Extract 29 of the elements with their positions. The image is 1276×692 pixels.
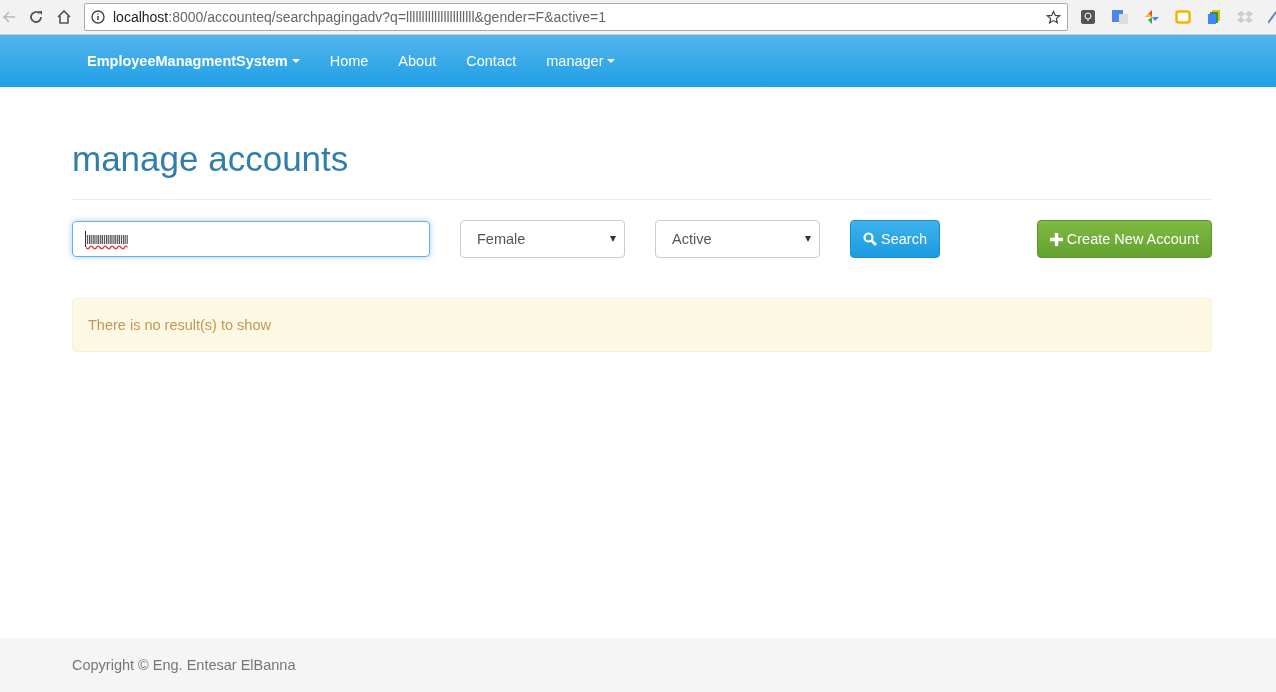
caret-icon [607,59,616,63]
url-text: localhost:8000/accounteq/searchpagingadv?q=llllllllllllllllllllll&gender=F&active=1 [113,9,608,25]
search-field[interactable]: llllllllllllllllllllll [72,221,430,257]
brand-link[interactable]: EmployeeManagmentSystem [72,53,315,69]
nav-link[interactable]: Home [314,53,384,69]
search-icon [863,232,877,246]
create-account-button[interactable]: Create New Account [1036,220,1212,258]
address-bar[interactable]: localhost:8000/accounteq/searchpagingadv?q=llllllllllllllllllllll&gender=F&active=1 [84,3,1068,31]
dropdown-arrow-icon [610,236,616,242]
plus-icon [1049,232,1063,246]
gender-dropdown[interactable]: Female [460,220,625,258]
caret-icon [291,59,300,63]
status-dropdown[interactable]: Active [655,220,820,258]
nav-link[interactable]: About [383,53,452,69]
info-icon[interactable] [91,10,105,24]
page-title: manage accounts [72,139,350,179]
reload-icon[interactable] [28,9,44,25]
alert-message: There is no result(s) to show [88,317,271,333]
pinwheel-icon[interactable] [1144,9,1160,25]
lightbulb-icon[interactable] [1080,9,1096,25]
star-icon[interactable] [1046,9,1061,25]
nav-link[interactable]: manager [531,53,631,69]
copyright-text: Copyright © Eng. Entesar ElBanna [72,657,296,673]
dropdown-arrow-icon [805,236,811,242]
slides-icon[interactable] [1175,9,1191,25]
home-icon[interactable] [56,9,72,25]
search-button[interactable]: Search [850,220,940,258]
documents-icon[interactable] [1206,9,1222,25]
nav-link[interactable]: Contact [451,53,532,69]
